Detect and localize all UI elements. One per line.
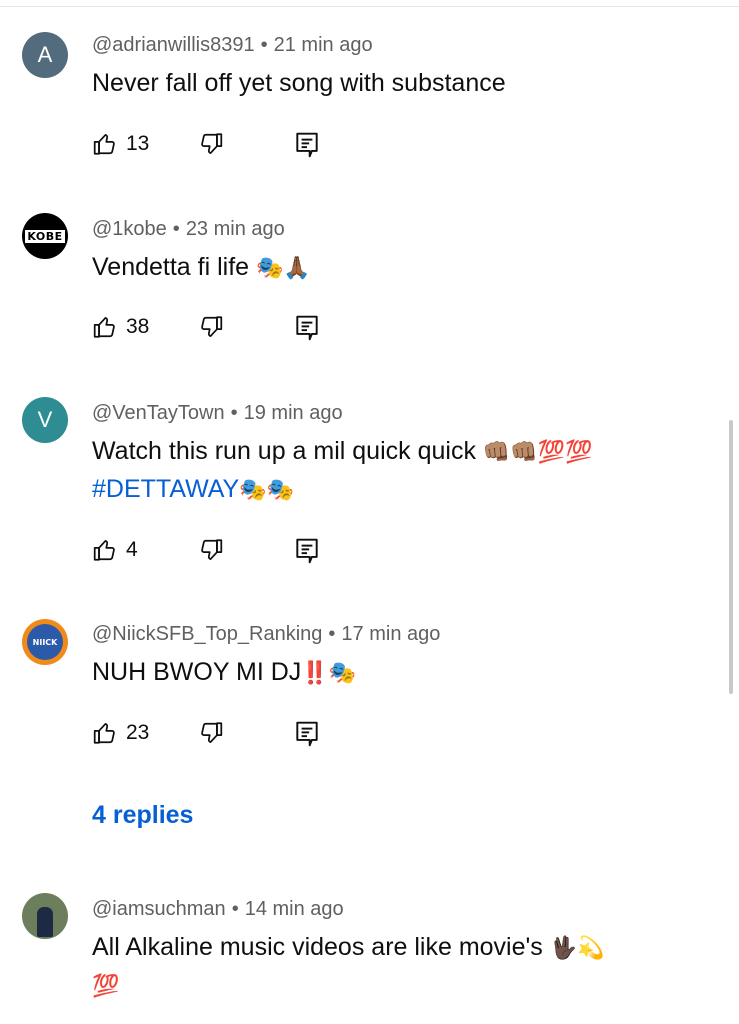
hashtag-link[interactable]: #DETTAWAY — [92, 475, 239, 503]
comment-text-content: NUH BWOY MI DJ — [92, 658, 302, 686]
comment-time[interactable]: 14 min ago — [245, 898, 344, 920]
like-button[interactable]: 13 — [92, 131, 149, 157]
author-handle[interactable]: @iamsuchman — [92, 898, 226, 920]
dislike-icon — [198, 720, 224, 746]
separator-dot: • — [172, 218, 180, 240]
view-replies-link[interactable]: 4 replies — [92, 801, 193, 830]
comment-text: All Alkaline music videos are like movie… — [92, 929, 692, 1005]
dislike-icon — [198, 537, 224, 563]
separator-dot: • — [328, 623, 336, 645]
dislike-button[interactable] — [198, 314, 224, 340]
comment-meta: @adrianwillis8391 • 21 min ago — [92, 34, 373, 57]
comment-text: Vendetta fi life 🎭🙏🏾 — [92, 249, 692, 287]
like-icon — [92, 537, 118, 563]
dislike-button[interactable] — [198, 131, 224, 157]
avatar[interactable]: KOBE — [22, 213, 68, 259]
like-button[interactable]: 23 — [92, 720, 149, 746]
comment-text-content: Never fall off yet song with substance — [92, 69, 506, 97]
separator-dot: • — [231, 898, 239, 920]
comment-meta: @VenTayTown • 19 min ago — [92, 402, 343, 425]
comment-text-content: All Alkaline music videos are like movie… — [92, 933, 543, 961]
like-button[interactable]: 4 — [92, 537, 138, 563]
comment-time[interactable]: 17 min ago — [341, 623, 440, 645]
dislike-button[interactable] — [198, 537, 224, 563]
comment-time[interactable]: 19 min ago — [244, 402, 343, 424]
avatar-logo-text: KOBE — [25, 229, 65, 243]
emoji-group: ‼️🎭 — [301, 661, 357, 686]
reply-icon — [294, 720, 320, 748]
reply-button[interactable] — [294, 131, 320, 159]
avatar-photo — [37, 907, 53, 937]
like-button[interactable]: 38 — [92, 314, 149, 340]
comment-text-content: Watch this run up a mil quick quick — [92, 437, 476, 465]
emoji-group: 👊🏽👊🏽💯💯 — [482, 440, 593, 465]
comment-text: NUH BWOY MI DJ‼️🎭 — [92, 654, 692, 692]
avatar-logo: NIICK — [27, 624, 63, 660]
author-handle[interactable]: @NiickSFB_Top_Ranking — [92, 623, 322, 645]
author-handle[interactable]: @VenTayTown — [92, 402, 225, 424]
separator-dot: • — [260, 34, 268, 56]
reply-icon — [294, 537, 320, 565]
avatar-logo-text: NIICK — [32, 637, 58, 647]
like-icon — [92, 720, 118, 746]
comment-text: Never fall off yet song with substance — [92, 65, 692, 102]
top-divider — [0, 6, 739, 7]
author-handle[interactable]: @adrianwillis8391 — [92, 34, 255, 56]
avatar[interactable]: V — [22, 397, 68, 443]
emoji-group: 🎭🙏🏾 — [256, 256, 311, 281]
emoji-group: 🖖🏿💫 — [549, 936, 605, 961]
reply-button[interactable] — [294, 720, 320, 748]
like-count: 13 — [126, 132, 150, 155]
like-count: 38 — [126, 315, 150, 338]
reply-button[interactable] — [294, 314, 320, 342]
comment-meta: @NiickSFB_Top_Ranking • 17 min ago — [92, 623, 440, 646]
separator-dot: • — [230, 402, 238, 424]
comment-time[interactable]: 21 min ago — [274, 34, 373, 56]
comment-text-content: Vendetta fi life — [92, 253, 250, 281]
emoji-group: 💯 — [92, 974, 120, 999]
avatar-letter: A — [37, 42, 53, 67]
avatar-letter: V — [37, 407, 53, 432]
like-count: 4 — [126, 538, 138, 561]
comment-meta: @1kobe • 23 min ago — [92, 218, 285, 241]
author-handle[interactable]: @1kobe — [92, 218, 167, 240]
comment-meta: @iamsuchman • 14 min ago — [92, 898, 344, 921]
avatar[interactable]: NIICK — [22, 619, 68, 665]
reply-icon — [294, 131, 320, 159]
reply-button[interactable] — [294, 537, 320, 565]
like-icon — [92, 314, 118, 340]
scrollbar[interactable] — [729, 420, 733, 694]
comment-text: Watch this run up a mil quick quick 👊🏽👊🏽… — [92, 433, 692, 509]
emoji-group: 🎭🎭 — [239, 478, 295, 503]
avatar[interactable] — [22, 893, 68, 939]
like-icon — [92, 131, 118, 157]
reply-icon — [294, 314, 320, 342]
avatar[interactable]: A — [22, 32, 68, 78]
dislike-button[interactable] — [198, 720, 224, 746]
dislike-icon — [198, 131, 224, 157]
dislike-icon — [198, 314, 224, 340]
comment-time[interactable]: 23 min ago — [186, 218, 285, 240]
like-count: 23 — [126, 721, 150, 744]
